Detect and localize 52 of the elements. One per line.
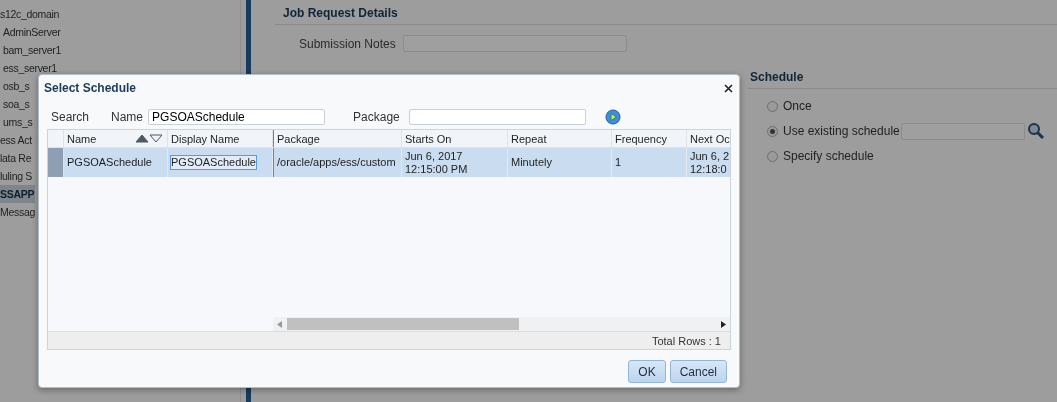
tree-item[interactable]: ess_server1	[3, 59, 58, 77]
table-cell: Jun 6, 2 12:18:0	[690, 149, 730, 176]
table-cell: /oracle/apps/ess/custom	[277, 156, 396, 169]
table-cell: Minutely	[511, 156, 552, 169]
column-header[interactable]: Package	[277, 132, 320, 145]
radio-label: Specify schedule	[783, 149, 874, 163]
tree-item[interactable]: SSAPP	[0, 185, 36, 203]
column-header[interactable]: Next Oc	[690, 132, 730, 145]
tree-item[interactable]: bam_server1	[3, 41, 62, 59]
search-field[interactable]	[408, 109, 586, 125]
dialog-button[interactable]: Cancel	[669, 360, 727, 383]
section-heading: Job Request Details	[275, 0, 1057, 25]
tree-item[interactable]: Messag	[0, 203, 36, 221]
sort-icon[interactable]	[135, 134, 163, 143]
horizontal-scrollbar[interactable]	[273, 317, 730, 331]
row-header[interactable]	[48, 148, 64, 177]
table-cell: PGSOASchedule	[67, 156, 152, 169]
tree-item[interactable]: osb_s	[3, 77, 31, 95]
total-rows-text: Total Rows : 1	[651, 334, 721, 347]
scroll-right-icon[interactable]	[721, 320, 726, 328]
tree-item[interactable]: lata Re	[0, 149, 33, 167]
search-field[interactable]: PGSOASchedule	[148, 109, 326, 125]
column-header[interactable]: Frequency	[615, 132, 667, 145]
search-icon[interactable]	[1026, 122, 1045, 140]
search-label: Search	[51, 110, 90, 124]
tree-item[interactable]: ess Act	[0, 131, 33, 149]
radio-label: Once	[783, 99, 812, 113]
table-cell: PGSOASchedule	[171, 156, 256, 169]
tree-item[interactable]: soa_s	[3, 95, 31, 113]
radio-button[interactable]	[767, 125, 778, 137]
section-heading: Schedule	[748, 64, 1057, 89]
dialog-title: Select Schedule	[44, 81, 137, 95]
scroll-left-icon[interactable]	[277, 320, 282, 328]
column-header[interactable]: Starts On	[405, 132, 452, 145]
column-header[interactable]: Display Name	[171, 132, 240, 145]
field-label: Name	[111, 110, 144, 124]
table-cell: Jun 6, 2017 12:15:00 PM	[405, 149, 468, 176]
tree-item[interactable]: luling S	[0, 167, 34, 185]
play-icon[interactable]	[604, 109, 621, 125]
radio-button[interactable]	[767, 150, 778, 162]
column-header[interactable]: Name	[67, 132, 97, 145]
tree-item[interactable]: AdminServer	[3, 23, 62, 41]
field-label: Submission Notes	[299, 36, 396, 51]
column-header[interactable]: Repeat	[511, 132, 547, 145]
radio-button[interactable]	[767, 100, 778, 112]
table-cell: 1	[615, 156, 622, 169]
field-label: Package	[353, 110, 400, 124]
close-icon[interactable]	[724, 83, 733, 93]
dialog-button[interactable]: OK	[628, 360, 666, 383]
tree-item[interactable]: s12c_domain	[0, 5, 61, 23]
radio-label: Use existing schedule	[783, 124, 900, 138]
tree-item[interactable]: ums_s	[3, 113, 34, 131]
